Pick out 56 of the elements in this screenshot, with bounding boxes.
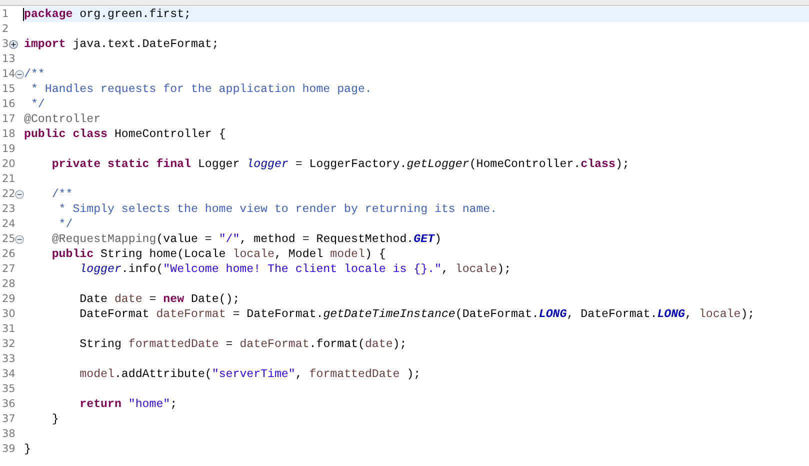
line-number: 33	[2, 352, 16, 367]
line-number: 14	[2, 67, 16, 82]
line-number: 34	[2, 367, 16, 382]
code-line: public class HomeController {	[24, 128, 226, 141]
code-line: String formattedDate = dateFormat.format(date);	[78, 338, 407, 351]
line-number: 21	[2, 172, 16, 187]
line-number: 18	[2, 127, 16, 142]
line-number: 29	[2, 292, 16, 307]
code-line: Date date = new Date();	[78, 293, 240, 306]
line-number: 19	[2, 142, 16, 157]
collapse-icon[interactable]	[15, 190, 24, 199]
line-number: 17	[2, 112, 16, 127]
line-number: 2	[2, 22, 9, 37]
code-line: package org.green.first;	[24, 8, 191, 21]
line-number: 23	[2, 202, 16, 217]
code-line: private static final Logger logger = LoggerFactory.getLogger(HomeController.class);	[50, 158, 630, 171]
line-number: 16	[2, 97, 16, 112]
line-number: 27	[2, 262, 16, 277]
code-line: DateFormat dateFormat = DateFormat.getDateTimeInstance(DateFormat.LONG, DateFormat.LONG, locale);	[78, 308, 755, 321]
collapse-icon[interactable]	[15, 235, 24, 244]
collapse-icon[interactable]	[15, 70, 24, 79]
line-number: 35	[2, 382, 16, 397]
code-line: }	[24, 443, 31, 456]
line-number: 26	[2, 247, 16, 262]
line-number: 36	[2, 397, 16, 412]
line-number: 3	[2, 37, 9, 52]
line-number: 30	[2, 307, 16, 322]
code-line: return "home";	[78, 398, 178, 411]
code-line: /**	[24, 68, 45, 81]
line-number: 25	[2, 232, 16, 247]
line-number: 37	[2, 412, 16, 427]
line-number: 31	[2, 322, 16, 337]
code-line: * Simply selects the home view to render by returning its name.	[58, 203, 498, 216]
code-line: public String home(Locale locale, Model model) {	[50, 248, 386, 261]
code-line: */	[30, 98, 45, 111]
code-line: @Controller	[24, 113, 101, 126]
code-line: /**	[50, 188, 73, 201]
code-line: */	[58, 218, 73, 231]
line-number: 39	[2, 442, 16, 457]
line-number: 38	[2, 427, 16, 442]
line-number: 15	[2, 82, 16, 97]
expand-icon[interactable]	[8, 40, 18, 49]
code-line: logger.info("Welcome home! The client locale is {}.", locale);	[78, 263, 512, 276]
code-line: import java.text.DateFormat;	[24, 38, 219, 51]
text-cursor	[23, 8, 24, 21]
code-line: @RequestMapping(value = "/", method = RequestMethod.GET)	[50, 233, 442, 246]
line-number: 22	[2, 187, 16, 202]
code-line: model.addAttribute("serverTime", formattedDate );	[78, 368, 421, 381]
line-number: 28	[2, 277, 16, 292]
line-number: 13	[2, 52, 16, 67]
line-number: 1	[2, 7, 9, 22]
line-number: 32	[2, 337, 16, 352]
code-line: * Handles requests for the application home page.	[30, 83, 372, 96]
code-line: }	[50, 413, 59, 426]
line-number: 20	[2, 157, 16, 172]
line-number: 24	[2, 217, 16, 232]
